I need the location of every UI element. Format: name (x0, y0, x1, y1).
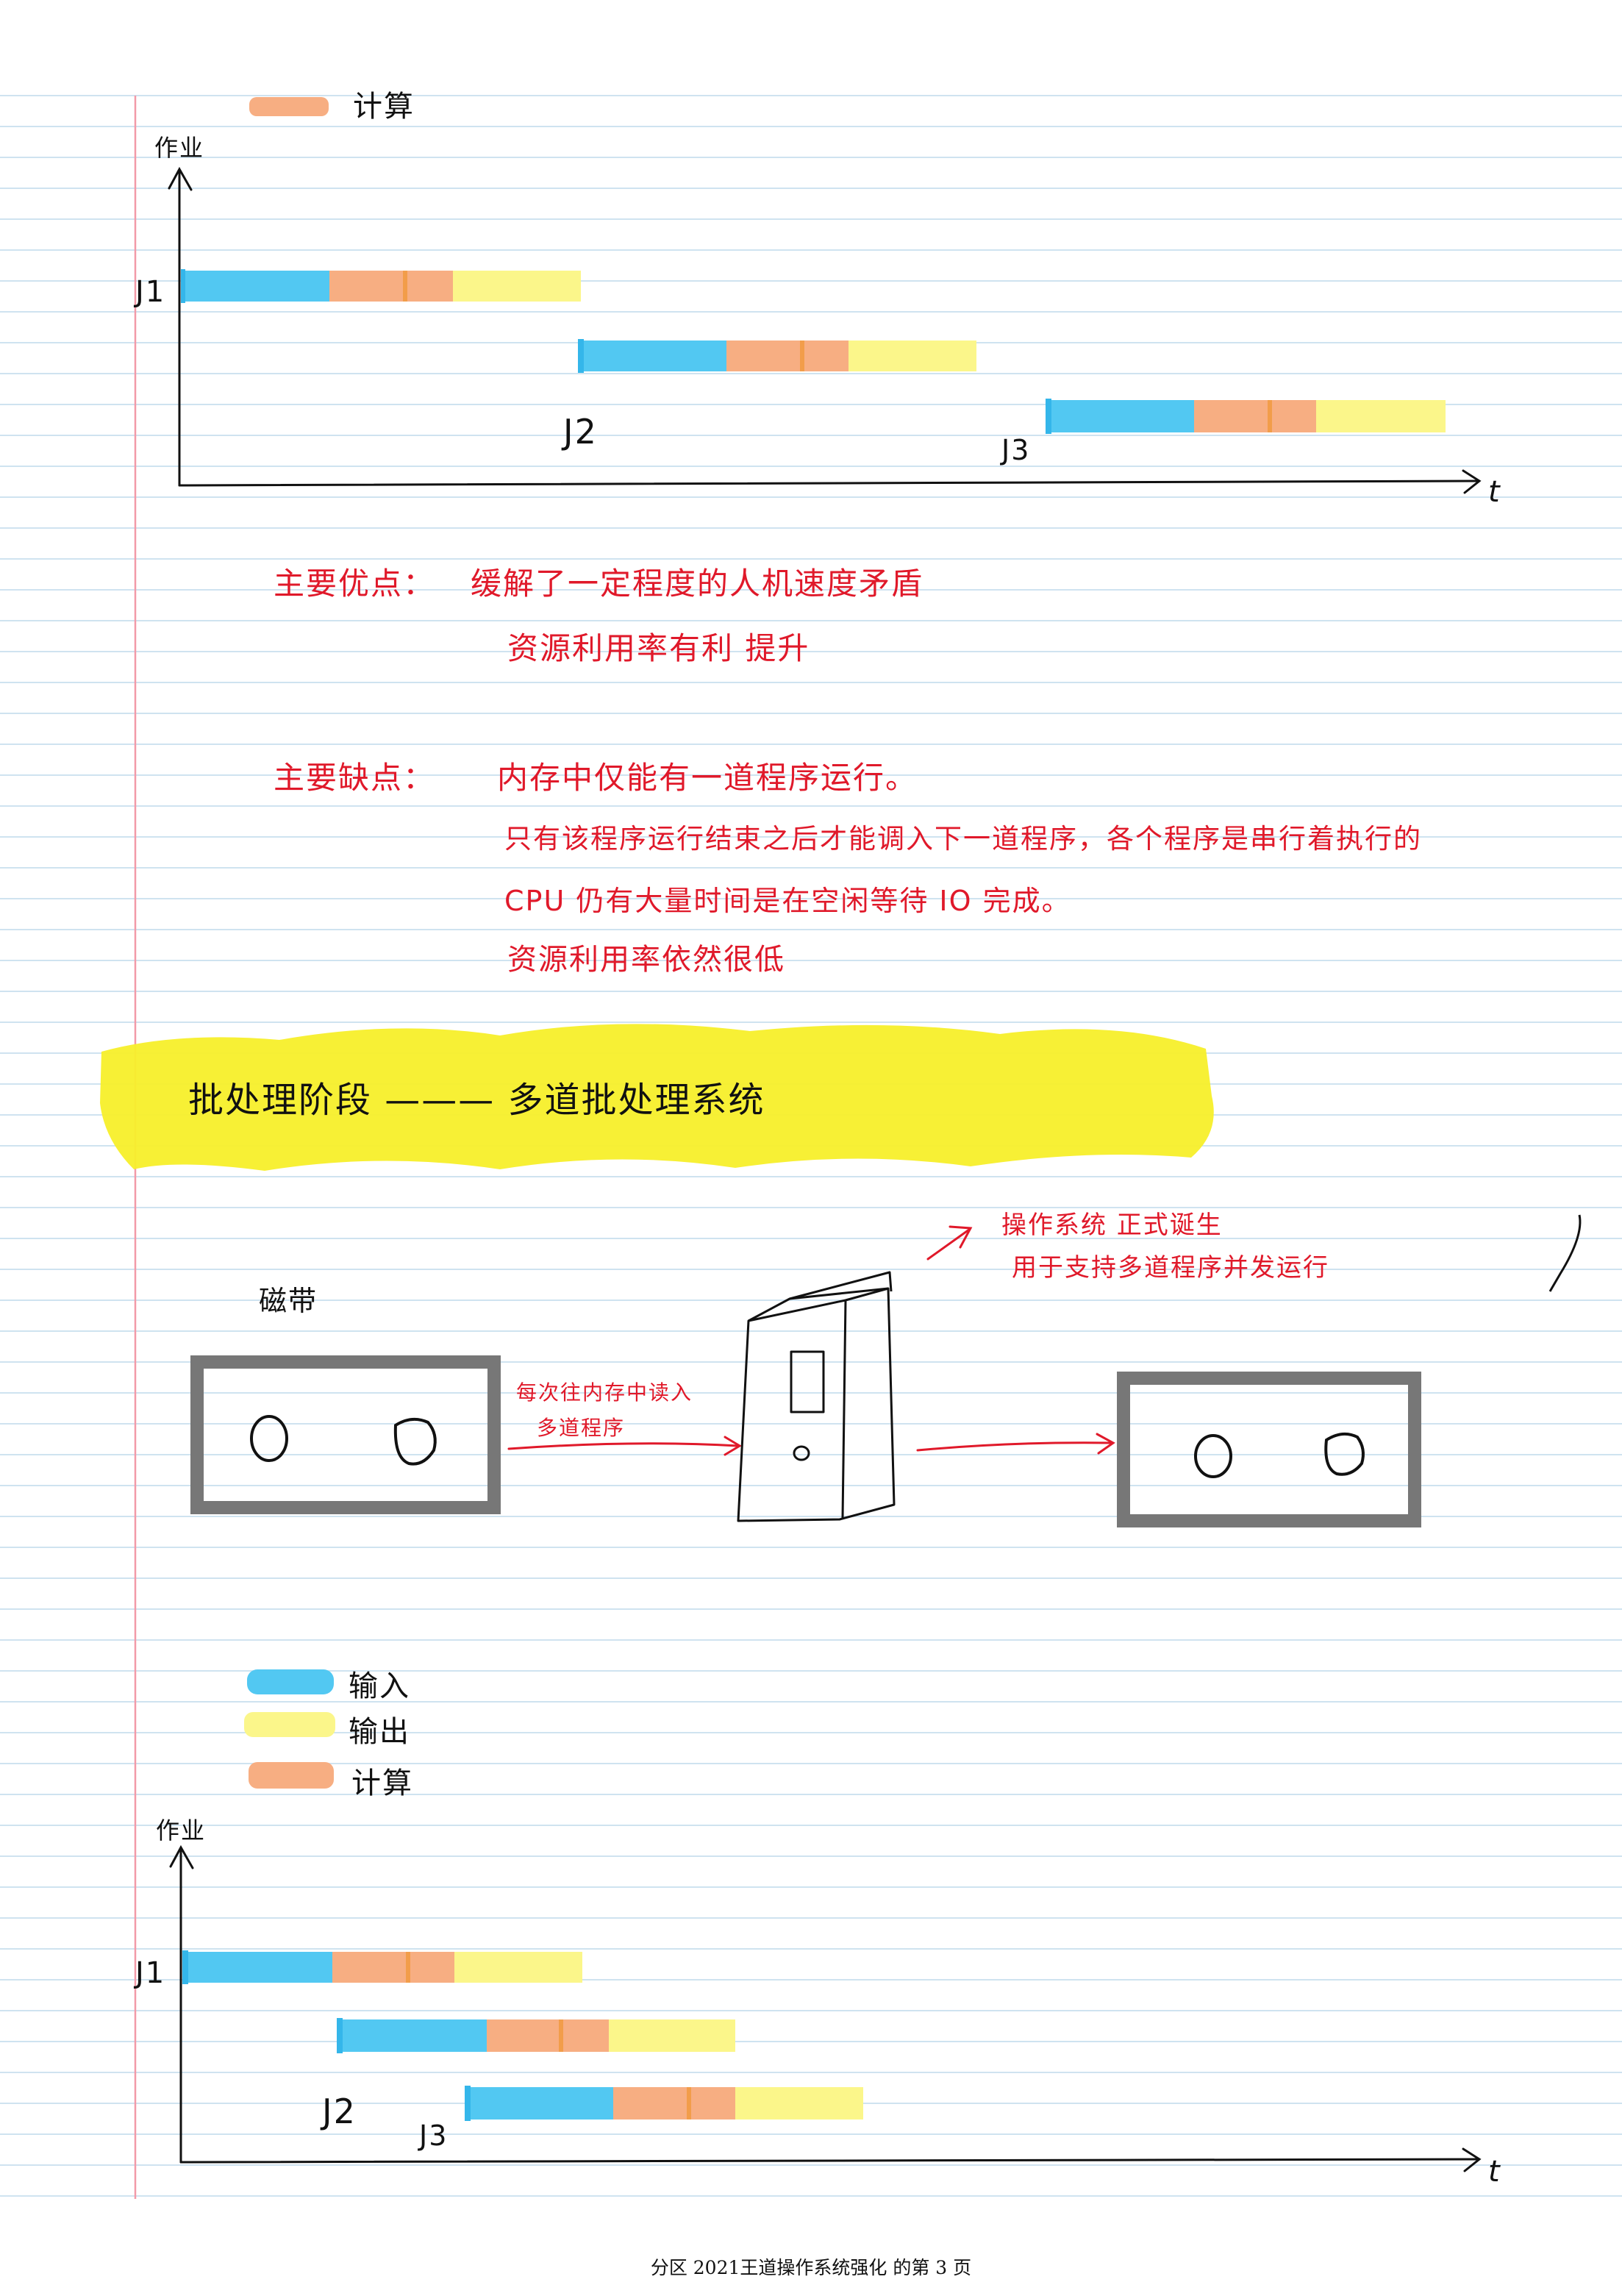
j3-compute-bar (613, 2087, 735, 2119)
legend-swatches (244, 1669, 335, 1789)
j1-input-bar (182, 271, 329, 302)
pencil-stroke-mark (1548, 1214, 1582, 1292)
disadvantages-line-3: CPU 仍有大量时间是在空闲等待 IO 完成。 (504, 885, 1071, 917)
arrow-label-line-1: 每次往内存中读入 (516, 1380, 693, 1405)
disadvantages-heading: 主要缺点： (274, 760, 436, 796)
j2-output-bar (848, 341, 976, 371)
job-j3-bars (465, 2086, 863, 2121)
job-j1-bars (182, 1950, 582, 1984)
j3-input-bar (1047, 400, 1194, 432)
j3-input-bar (466, 2087, 613, 2119)
j2-compute-bar (487, 2019, 609, 2052)
job-j3-bars (1046, 399, 1446, 434)
section-title: 批处理阶段 ——— 多道批处理系统 (188, 1080, 765, 1121)
advantages-line-2: 资源利用率有利 提升 (507, 630, 810, 666)
disadvantages-line-4: 资源利用率依然很低 (507, 943, 785, 977)
j3-output-bar (1316, 400, 1446, 432)
j2-output-bar (609, 2019, 735, 2052)
tape-right (1117, 1372, 1421, 1527)
chart2-y-label: 作业 (156, 1817, 207, 1844)
j1-output-bar (454, 1952, 582, 1983)
tape-reel-left-2 (393, 1417, 437, 1466)
page-footer: 分区 2021王道操作系统强化 的第 3 页 (650, 2257, 972, 2278)
j1-compute-bar (332, 1952, 454, 1983)
chart1-y-label: 作业 (154, 134, 205, 162)
tape-reel-left-1 (250, 1415, 288, 1462)
job-j2-bars (578, 339, 976, 373)
chart2-job-j1-label: J1 (135, 1956, 166, 1990)
legend-compute-swatch (249, 1762, 334, 1789)
job-j1-bars (181, 269, 581, 303)
computer-icon (737, 1271, 896, 1522)
tape-left (190, 1355, 501, 1514)
j2-compute-bar (726, 341, 848, 371)
disadvantages-line-2: 只有该程序运行结束之后才能调入下一道程序，各个程序是串行着执行的 (504, 823, 1422, 855)
chart1-job-j1-label: J1 (135, 275, 166, 309)
j1-input-bar (185, 1952, 332, 1983)
tape-reel-right-2 (1324, 1432, 1365, 1476)
gantt-chart-2 (169, 1844, 1482, 2172)
gantt-chart-1 (168, 166, 1482, 494)
os-note-line-1: 操作系统 正式诞生 (1001, 1211, 1223, 1240)
legend-output-label: 输出 (349, 1715, 410, 1749)
chart1-job-j3-label: J3 (1001, 434, 1031, 466)
j1-compute-bar (329, 271, 453, 302)
j3-output-bar (735, 2087, 863, 2119)
disadvantages-line-1: 内存中仅能有一道程序运行。 (497, 760, 918, 796)
x-axis (179, 2158, 1479, 2164)
j1-output-bar (453, 271, 581, 302)
advantages-line-1: 缓解了一定程度的人机速度矛盾 (471, 566, 924, 602)
chart2-x-label: t (1488, 2155, 1501, 2189)
legend-input-swatch (247, 1669, 334, 1694)
chart2-job-j3-label: J3 (419, 2119, 449, 2152)
arrow-label-line-2: 多道程序 (537, 1416, 626, 1440)
tape-reel-right-1 (1194, 1434, 1232, 1478)
legend-input-label: 输入 (349, 1669, 410, 1703)
advantages-heading: 主要优点： (274, 566, 436, 602)
j2-input-bar (579, 341, 726, 371)
os-note-arrow (926, 1225, 973, 1261)
j2-input-bar (340, 2019, 487, 2052)
arrow-to-right-tape (916, 1433, 1115, 1455)
legend-output-swatch (244, 1712, 335, 1737)
chart1-x-label: t (1488, 475, 1501, 509)
multiprogram-diagram (190, 1214, 1582, 1527)
x-axis (178, 479, 1479, 487)
chart1-job-j2-label: J2 (563, 412, 598, 452)
job-j2-bars (337, 2018, 735, 2053)
j3-compute-bar (1194, 400, 1316, 432)
chart2-job-j2-label: J2 (322, 2092, 357, 2131)
os-note-line-2: 用于支持多道程序并发运行 (1012, 1253, 1329, 1283)
